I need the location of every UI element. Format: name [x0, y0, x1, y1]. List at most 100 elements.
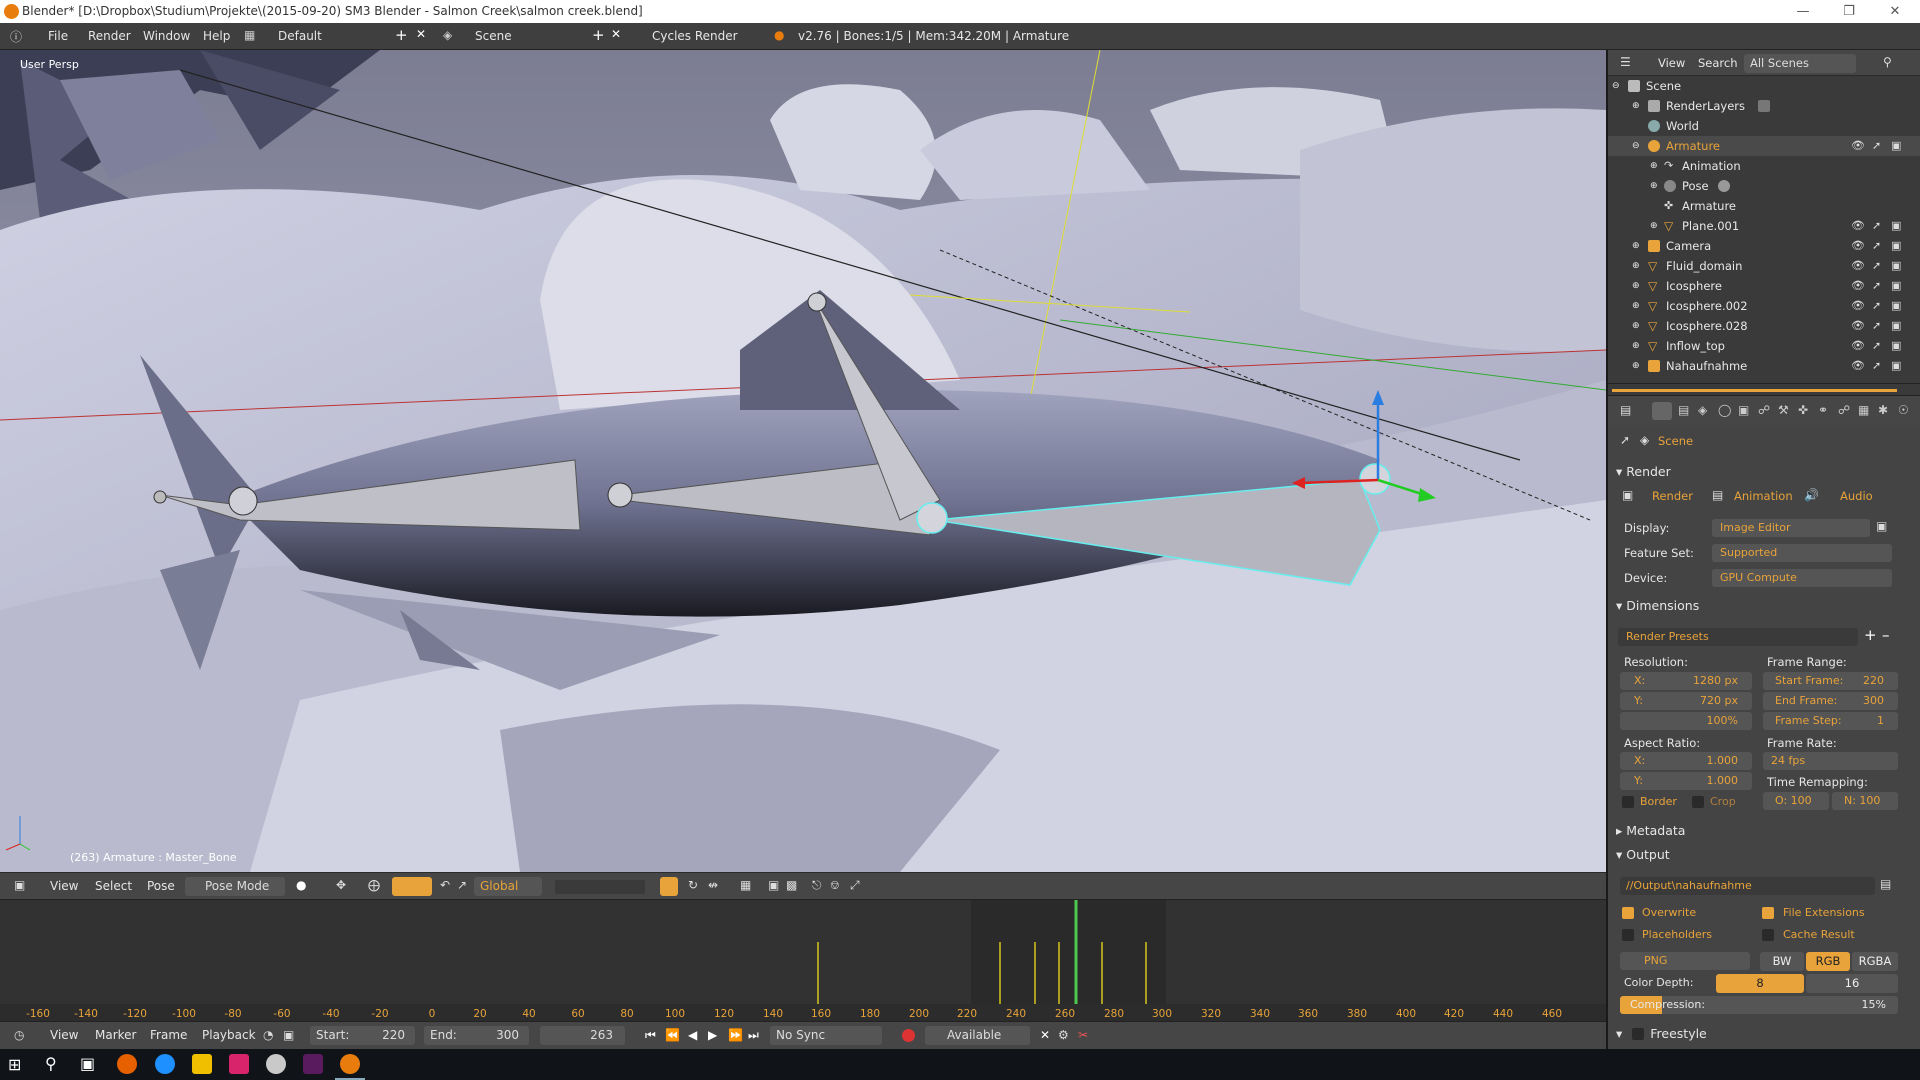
menu-marker[interactable]: Marker	[95, 1028, 136, 1042]
collapse-icon[interactable]: ⊖	[1632, 136, 1640, 156]
indesign-icon[interactable]	[229, 1054, 249, 1074]
select-arrow-icon[interactable]: ➚	[1872, 216, 1881, 236]
close-icon[interactable]: ✕	[1872, 0, 1918, 23]
search-icon[interactable]: ⚲	[1883, 55, 1892, 69]
remove-scene-icon[interactable]: ✕	[611, 27, 621, 41]
visibility-eye-icon[interactable]: 👁	[1851, 276, 1865, 296]
render-button[interactable]: Render	[1652, 489, 1693, 503]
search-icon[interactable]: ⚲	[45, 1054, 57, 1073]
device-select[interactable]: GPU Compute	[1712, 569, 1892, 587]
outliner-item-nahaufnahme[interactable]: ⊕ Nahaufnahme 👁 ➚ ▣	[1608, 356, 1920, 376]
compression-slider[interactable]: Compression: 15%	[1620, 996, 1898, 1014]
tab-texture[interactable]: ▦	[1858, 403, 1869, 417]
layout-name[interactable]: Default	[278, 29, 322, 43]
visibility-eye-icon[interactable]: 👁	[1851, 316, 1865, 336]
menu-search[interactable]: Search	[1698, 56, 1738, 70]
border-checkbox[interactable]	[1622, 796, 1634, 808]
scene-name[interactable]: Scene	[475, 29, 512, 43]
render-camera-icon[interactable]: ▣	[1891, 136, 1901, 156]
rotate-icon[interactable]: ↶	[440, 878, 450, 892]
collapse-icon[interactable]: ⊕	[1632, 336, 1640, 356]
opengl-anim-icon[interactable]: ▩	[786, 878, 797, 892]
tab-modifiers[interactable]: ⚒	[1778, 403, 1789, 417]
render-presets-select[interactable]: Render Presets	[1618, 628, 1858, 646]
proportional-icon[interactable]: ↻	[688, 878, 698, 892]
copy-pose-icon[interactable]: ⎋	[812, 878, 822, 893]
frame-step-field[interactable]: Frame Step: 1	[1763, 712, 1898, 730]
prev-keyframe-icon[interactable]: ⏪	[665, 1028, 680, 1042]
menu-view[interactable]: View	[1658, 56, 1685, 70]
collapse-icon[interactable]: ⊕	[1632, 256, 1640, 276]
menu-window[interactable]: Window	[143, 29, 190, 43]
outliner-item-animation[interactable]: ⊕ ↷ Animation	[1608, 156, 1920, 176]
outliner-item-pose[interactable]: ⊕ Pose	[1608, 176, 1920, 196]
select-arrow-icon[interactable]: ➚	[1872, 276, 1881, 296]
select-arrow-icon[interactable]: ➚	[1872, 256, 1881, 276]
render-camera-icon[interactable]: ▣	[1891, 336, 1901, 356]
menu-frame[interactable]: Frame	[150, 1028, 187, 1042]
add-layout-icon[interactable]: +	[395, 26, 408, 44]
editor-type-icon[interactable]: ⓘ	[10, 28, 22, 45]
select-arrow-icon[interactable]: ➚	[1872, 356, 1881, 376]
maximize-icon[interactable]: ❐	[1826, 0, 1872, 23]
outliner-item-inflow-top[interactable]: ⊕ ▽ Inflow_top 👁 ➚ ▣	[1608, 336, 1920, 356]
firefox-icon[interactable]	[117, 1054, 137, 1074]
outliner-item-scene[interactable]: ⊖ Scene	[1608, 76, 1920, 96]
resolution-percent-field[interactable]: 100%	[1620, 712, 1752, 730]
ie-icon[interactable]	[155, 1054, 175, 1074]
shading-icon[interactable]: ●	[296, 878, 306, 892]
outliner-item-icosphere002[interactable]: ⊕ ▽ Icosphere.002 👁 ➚ ▣	[1608, 296, 1920, 316]
start-frame-field[interactable]: Start Frame: 220	[1763, 672, 1898, 690]
lock-icon[interactable]: ▣	[283, 1028, 294, 1042]
blender-taskbar-icon[interactable]	[340, 1054, 360, 1074]
insert-keyframe-icon[interactable]: ⚙	[1058, 1028, 1069, 1042]
section-output[interactable]: ▾ Output	[1616, 847, 1670, 862]
tab-scene[interactable]: ◈	[1698, 403, 1707, 417]
select-arrow-icon[interactable]: ➚	[1872, 316, 1881, 336]
render-camera-icon[interactable]: ▣	[1891, 316, 1901, 336]
section-freestyle[interactable]: ▾ Freestyle	[1616, 1026, 1707, 1041]
visibility-eye-icon[interactable]: 👁	[1851, 136, 1865, 156]
jump-start-icon[interactable]: ⏮	[645, 1028, 656, 1043]
outliner[interactable]: ⊖ Scene ⊕ RenderLayers World ⊖ Armature …	[1608, 76, 1920, 383]
play-reverse-icon[interactable]: ◀	[688, 1028, 697, 1042]
visibility-eye-icon[interactable]: 👁	[1851, 356, 1865, 376]
menu-select[interactable]: Select	[95, 879, 132, 893]
lock-camera-button[interactable]	[660, 877, 678, 896]
color-depth-8-button[interactable]: 8	[1716, 974, 1804, 993]
resolution-y-field[interactable]: Y: 720 px	[1620, 692, 1752, 710]
collapse-icon[interactable]: ⊕	[1650, 156, 1658, 176]
collapse-icon[interactable]: ⊕	[1632, 356, 1640, 376]
select-arrow-icon[interactable]: ➚	[1872, 136, 1881, 156]
animation-button[interactable]: Animation	[1734, 489, 1793, 503]
visibility-eye-icon[interactable]: 👁	[1851, 296, 1865, 316]
3d-viewport[interactable]: User Persp (263) Armature : Master_Bone	[0, 50, 1606, 872]
color-depth-16-button[interactable]: 16	[1806, 974, 1898, 993]
explorer-icon[interactable]	[192, 1054, 212, 1074]
tab-data[interactable]: ✜	[1798, 403, 1808, 417]
remap-new-field[interactable]: N: 100	[1832, 792, 1898, 810]
pivot-icon[interactable]: ✥	[336, 878, 346, 892]
end-frame-field[interactable]: End Frame: 300	[1763, 692, 1898, 710]
crop-checkbox[interactable]	[1692, 796, 1704, 808]
opengl-render-icon[interactable]: ▣	[768, 878, 779, 892]
visibility-eye-icon[interactable]: 👁	[1851, 256, 1865, 276]
next-keyframe-icon[interactable]: ⏩	[728, 1028, 743, 1042]
collapse-icon[interactable]: ⊕	[1632, 316, 1640, 336]
visibility-eye-icon[interactable]: 👁	[1851, 336, 1865, 356]
remove-preset-icon[interactable]: –	[1882, 626, 1890, 644]
premiere-icon[interactable]	[303, 1054, 323, 1074]
file-format-select[interactable]: PNG	[1620, 952, 1750, 970]
paste-pose-icon[interactable]: ⎊	[830, 878, 840, 893]
delete-keyframe-icon[interactable]: ✂	[1078, 1028, 1088, 1042]
menu-playback[interactable]: Playback	[202, 1028, 256, 1042]
tab-render-layers[interactable]: ▤	[1678, 403, 1689, 417]
properties-editor-icon[interactable]: ▤	[1620, 403, 1631, 417]
outliner-item-fluid-domain[interactable]: ⊕ ▽ Fluid_domain 👁 ➚ ▣	[1608, 256, 1920, 276]
current-frame-field[interactable]: 263	[540, 1026, 625, 1045]
freestyle-checkbox[interactable]	[1632, 1028, 1645, 1040]
section-metadata[interactable]: ▸ Metadata	[1616, 823, 1685, 838]
collapse-icon[interactable]: ⊖	[1612, 76, 1620, 96]
render-camera-icon[interactable]: ▣	[1891, 216, 1901, 236]
outliner-editor-icon[interactable]: ☰	[1620, 55, 1631, 69]
